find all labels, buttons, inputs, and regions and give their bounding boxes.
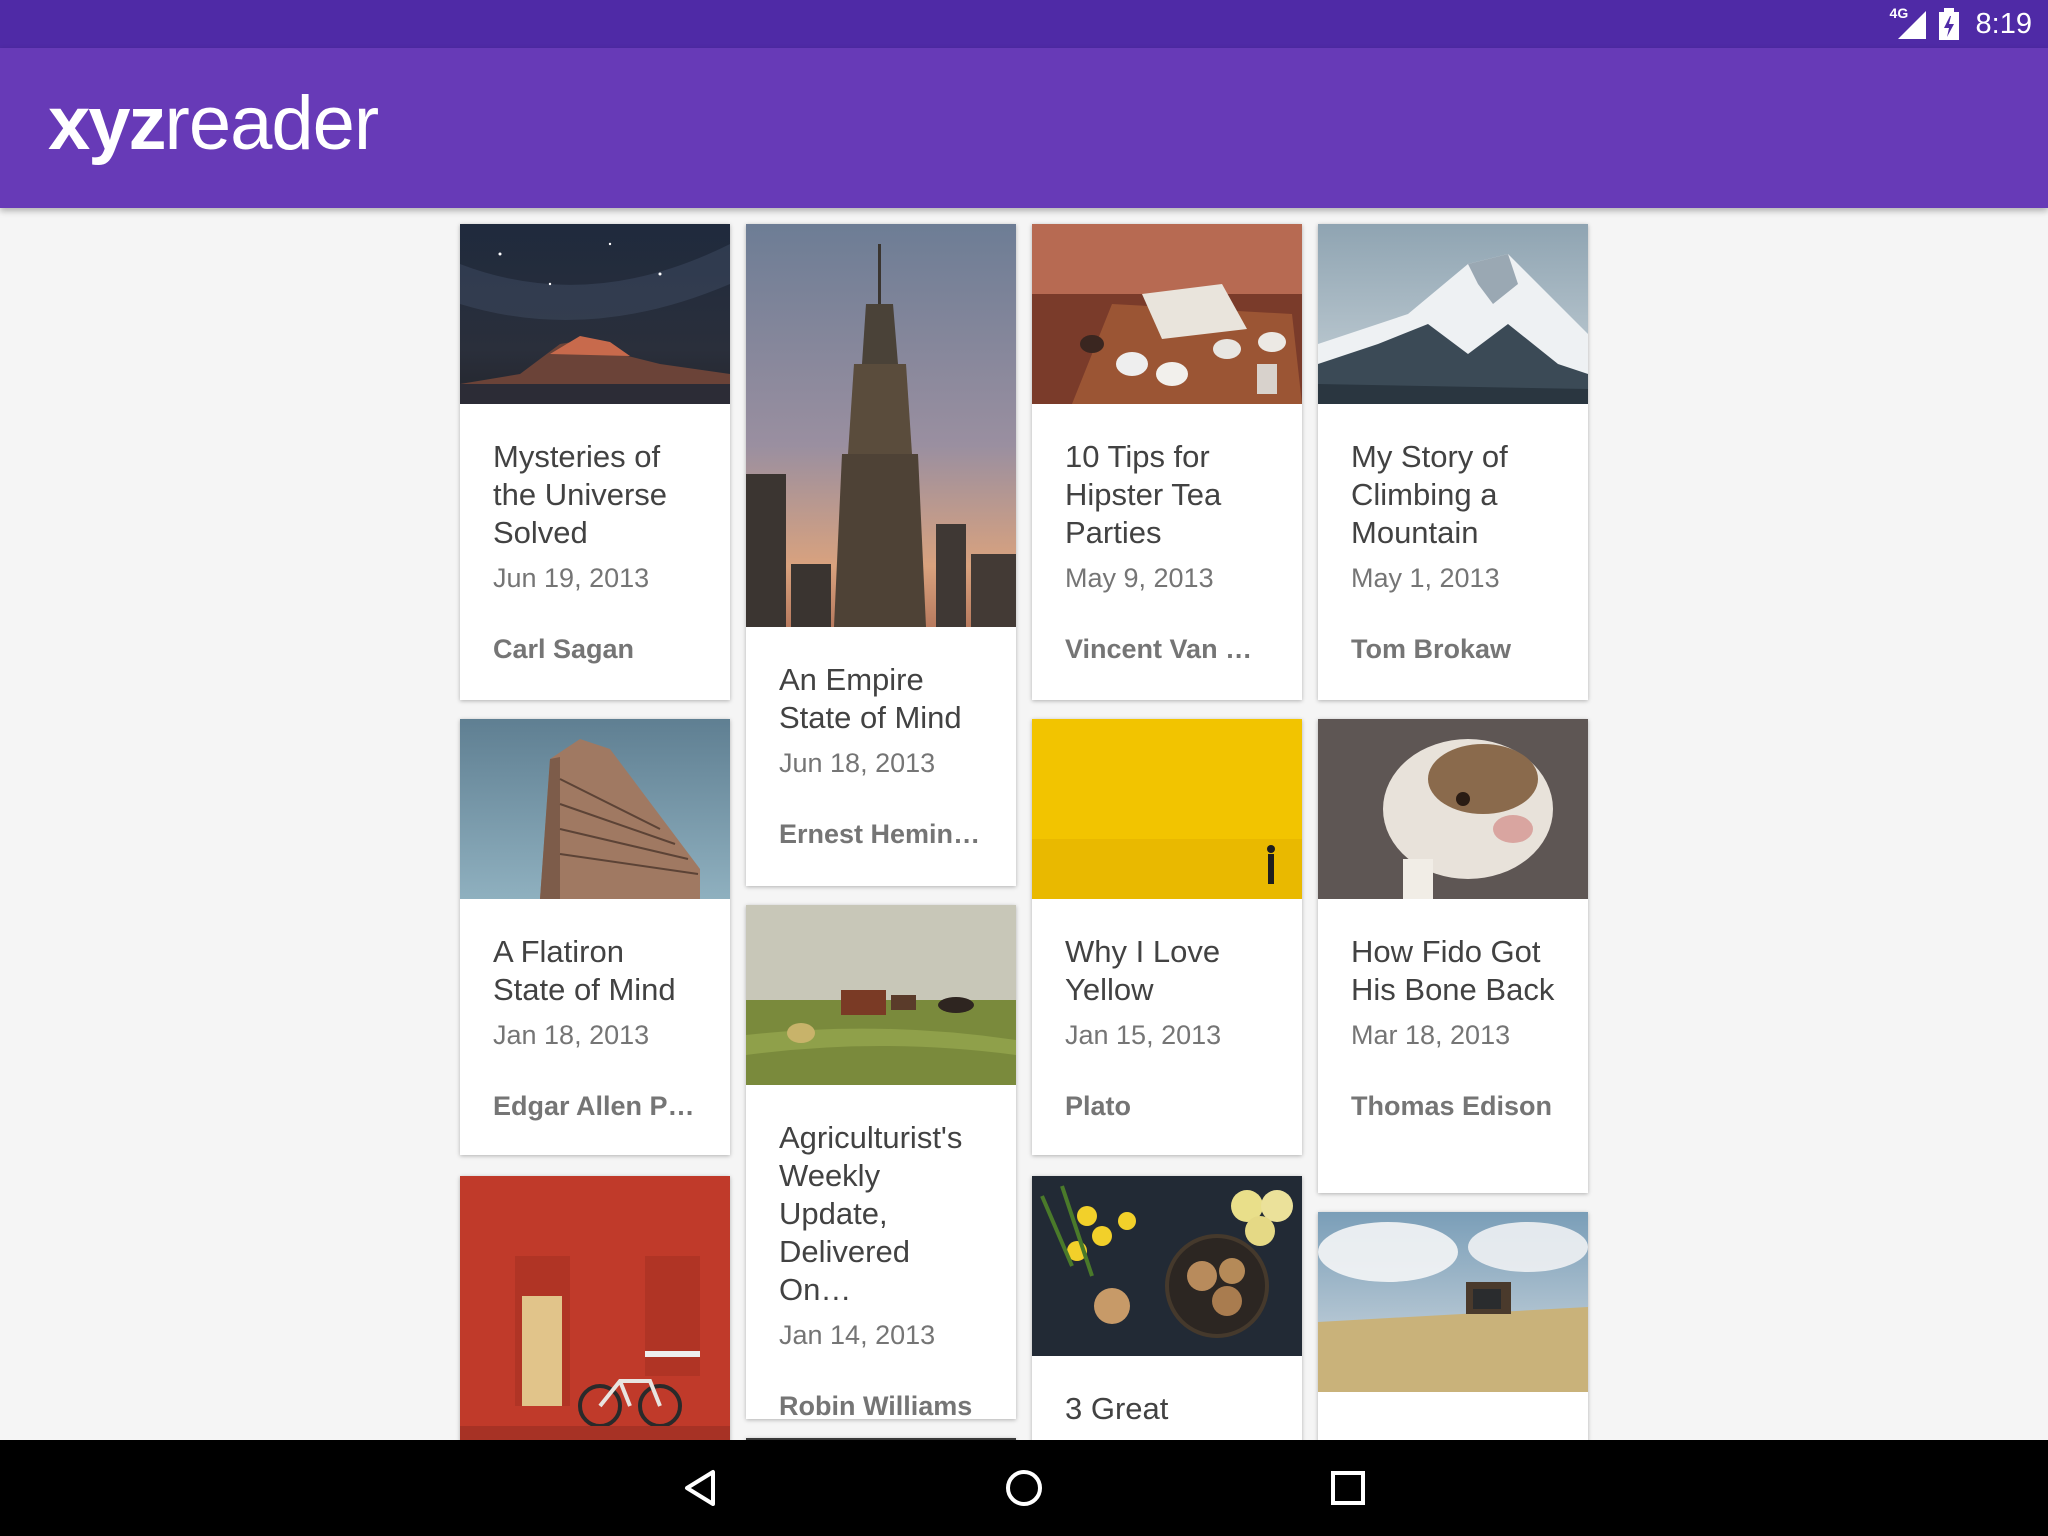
article-date: May 1, 2013	[1351, 563, 1500, 593]
article-title: My Story of Climbing a Mountain	[1351, 439, 1508, 550]
empire-state-building-image	[746, 224, 1016, 627]
tv-on-beach-image	[1318, 1212, 1588, 1392]
article-author: Thomas Edison	[1351, 1091, 1553, 1121]
logo-xyz: xyz	[48, 81, 167, 166]
article-author: Vincent Van G…	[1065, 634, 1269, 664]
back-icon[interactable]	[677, 1464, 725, 1512]
article-card[interactable]: Agriculturist's Weekly Update, Delivered…	[746, 905, 1016, 1419]
article-title: Agriculturist's Weekly Update, Delivered…	[779, 1120, 963, 1307]
night-sky-image	[460, 224, 730, 404]
logo-reader: reader	[164, 81, 380, 166]
yellow-wall-image	[1032, 719, 1302, 899]
red-brick-wall-image	[460, 1176, 730, 1440]
article-author: Carl Sagan	[493, 634, 635, 664]
article-author: Edgar Allen Poe	[493, 1091, 697, 1121]
article-author: Plato	[1065, 1091, 1132, 1121]
article-title: How Fido Got His Bone Back	[1351, 934, 1555, 1007]
article-date: Jun 19, 2013	[493, 563, 650, 593]
farm-field-image	[746, 905, 1016, 1085]
article-date: Mar 18, 2013	[1351, 1020, 1511, 1050]
status-bar: 4G 8:19	[0, 0, 2048, 48]
article-author: Robin Williams	[779, 1391, 973, 1419]
article-card[interactable]: Mysteries of the Universe Solved Jun 19,…	[460, 224, 730, 700]
app-logo: xyzreader	[48, 80, 380, 167]
recents-icon[interactable]	[1324, 1464, 1372, 1512]
article-card[interactable]: An Empire State of Mind Jun 18, 2013 Ern…	[746, 224, 1016, 886]
battery-icon	[1938, 8, 1959, 40]
app-bar: xyzreader	[0, 48, 2048, 208]
article-author: Ernest Heming…	[779, 819, 983, 849]
article-date: Jan 15, 2013	[1065, 1020, 1222, 1050]
home-icon[interactable]	[1000, 1464, 1048, 1512]
article-card[interactable]: My Story of Climbing a Mountain May 1, 2…	[1318, 224, 1588, 700]
article-card[interactable]	[1318, 1212, 1588, 1440]
snowy-mountain-image	[1318, 224, 1588, 404]
navigation-bar	[0, 1440, 2048, 1536]
article-card[interactable]: Why I Love Yellow Jan 15, 2013 Plato	[1032, 719, 1302, 1155]
article-date: Jun 18, 2013	[779, 748, 936, 778]
article-date: May 9, 2013	[1065, 563, 1214, 593]
article-card[interactable]: A Flatiron State of Mind Jan 18, 2013 Ed…	[460, 719, 730, 1155]
network-type-label: 4G	[1889, 5, 1909, 21]
article-date: Jan 18, 2013	[493, 1020, 650, 1050]
cellular-signal-icon: 4G	[1889, 5, 1928, 41]
article-date: Jan 14, 2013	[779, 1320, 936, 1350]
article-grid[interactable]: Mysteries of the Universe Solved Jun 19,…	[0, 208, 2048, 1440]
article-card[interactable]: 3 Great	[1032, 1176, 1302, 1440]
article-title: Why I Love Yellow	[1065, 934, 1221, 1007]
article-title: 3 Great	[1065, 1391, 1169, 1426]
article-title: A Flatiron State of Mind	[493, 934, 676, 1007]
article-card[interactable]: 10 Tips for Hipster Tea Parties May 9, 2…	[1032, 224, 1302, 700]
article-title: 10 Tips for Hipster Tea Parties	[1065, 439, 1222, 550]
article-title: Mysteries of the Universe Solved	[493, 439, 668, 550]
flowers-cookies-image	[1032, 1176, 1302, 1356]
flatiron-building-image	[460, 719, 730, 899]
tea-cups-image	[1032, 224, 1302, 404]
article-author: Tom Brokaw	[1351, 634, 1512, 664]
bulldog-image	[1318, 719, 1588, 899]
clock: 8:19	[1975, 7, 2032, 40]
article-title: An Empire State of Mind	[779, 662, 962, 735]
article-card[interactable]	[460, 1176, 730, 1440]
article-card[interactable]: How Fido Got His Bone Back Mar 18, 2013 …	[1318, 719, 1588, 1193]
